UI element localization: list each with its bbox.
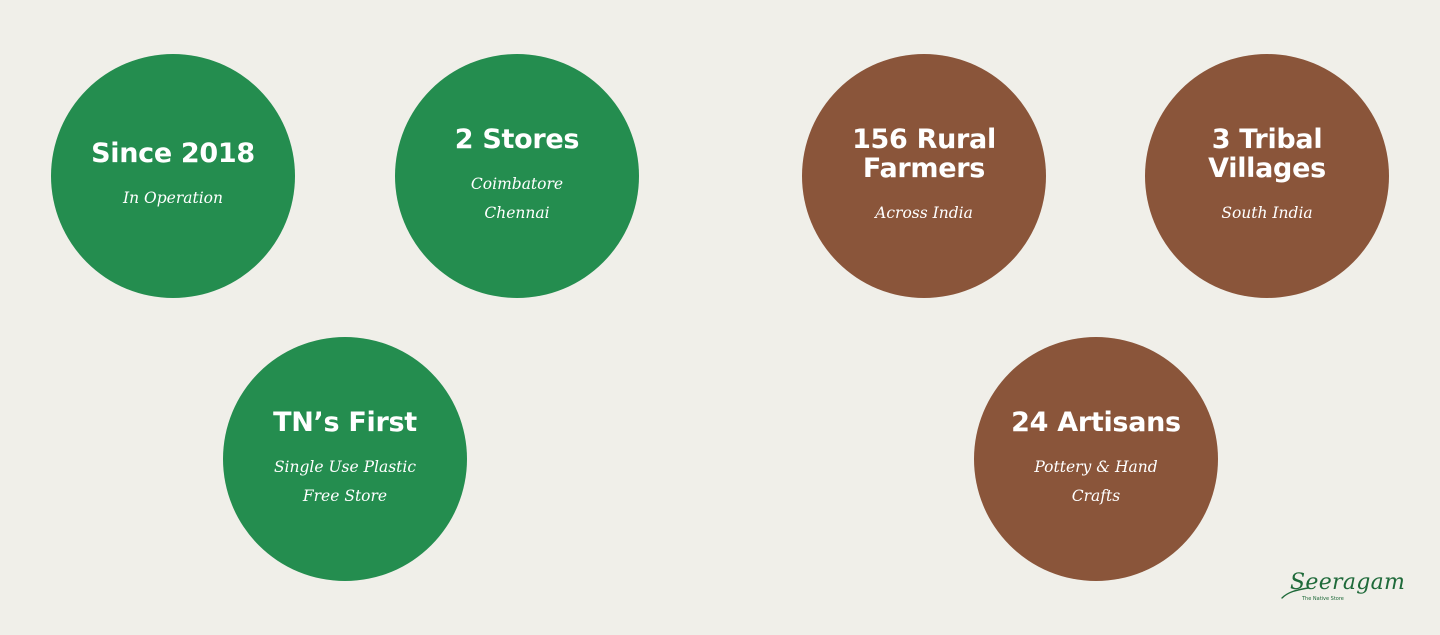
stat-subtitle: In Operation (123, 189, 223, 207)
seeragam-logo: Seeragam The Native Store (1280, 570, 1405, 616)
stat-circle-rural-farmers: 156 Rural Farmers Across India (802, 54, 1046, 298)
stat-subtitle-line-2: Chennai (484, 203, 550, 222)
stat-subtitle-line-2: Free Store (302, 486, 388, 505)
stat-subtitle: Pottery & Hand Crafts (1034, 457, 1158, 505)
stat-title: 156 Rural Farmers (852, 123, 996, 184)
stat-circle-since-2018: Since 2018 In Operation (51, 54, 295, 298)
stat-title: 2 Stores (454, 123, 580, 155)
stat-title: Since 2018 (91, 138, 255, 169)
stat-subtitle: South India (1221, 203, 1313, 222)
stat-subtitle-line-1: Coimbatore (470, 174, 564, 193)
stat-subtitle: Across India (875, 203, 973, 222)
logo-name: Seeragam (1290, 570, 1406, 595)
stat-circle-tn-first: TN’s First Single Use Plastic Free Store (223, 337, 467, 581)
stat-circle-artisans: 24 Artisans Pottery & Hand Crafts (974, 337, 1218, 581)
stat-circle-stores: 2 Stores Coimbatore Chennai (395, 54, 639, 298)
stat-subtitle-line-1: Single Use Plastic (273, 457, 417, 476)
stat-circle-tribal-villages: 3 Tribal Villages South India (1145, 54, 1389, 298)
logo-tagline: The Native Store (1302, 596, 1344, 602)
stat-title: 3 Tribal Villages (1208, 123, 1326, 184)
stat-title: 24 Artisans (1011, 406, 1181, 438)
stat-title: TN’s First (273, 406, 417, 438)
